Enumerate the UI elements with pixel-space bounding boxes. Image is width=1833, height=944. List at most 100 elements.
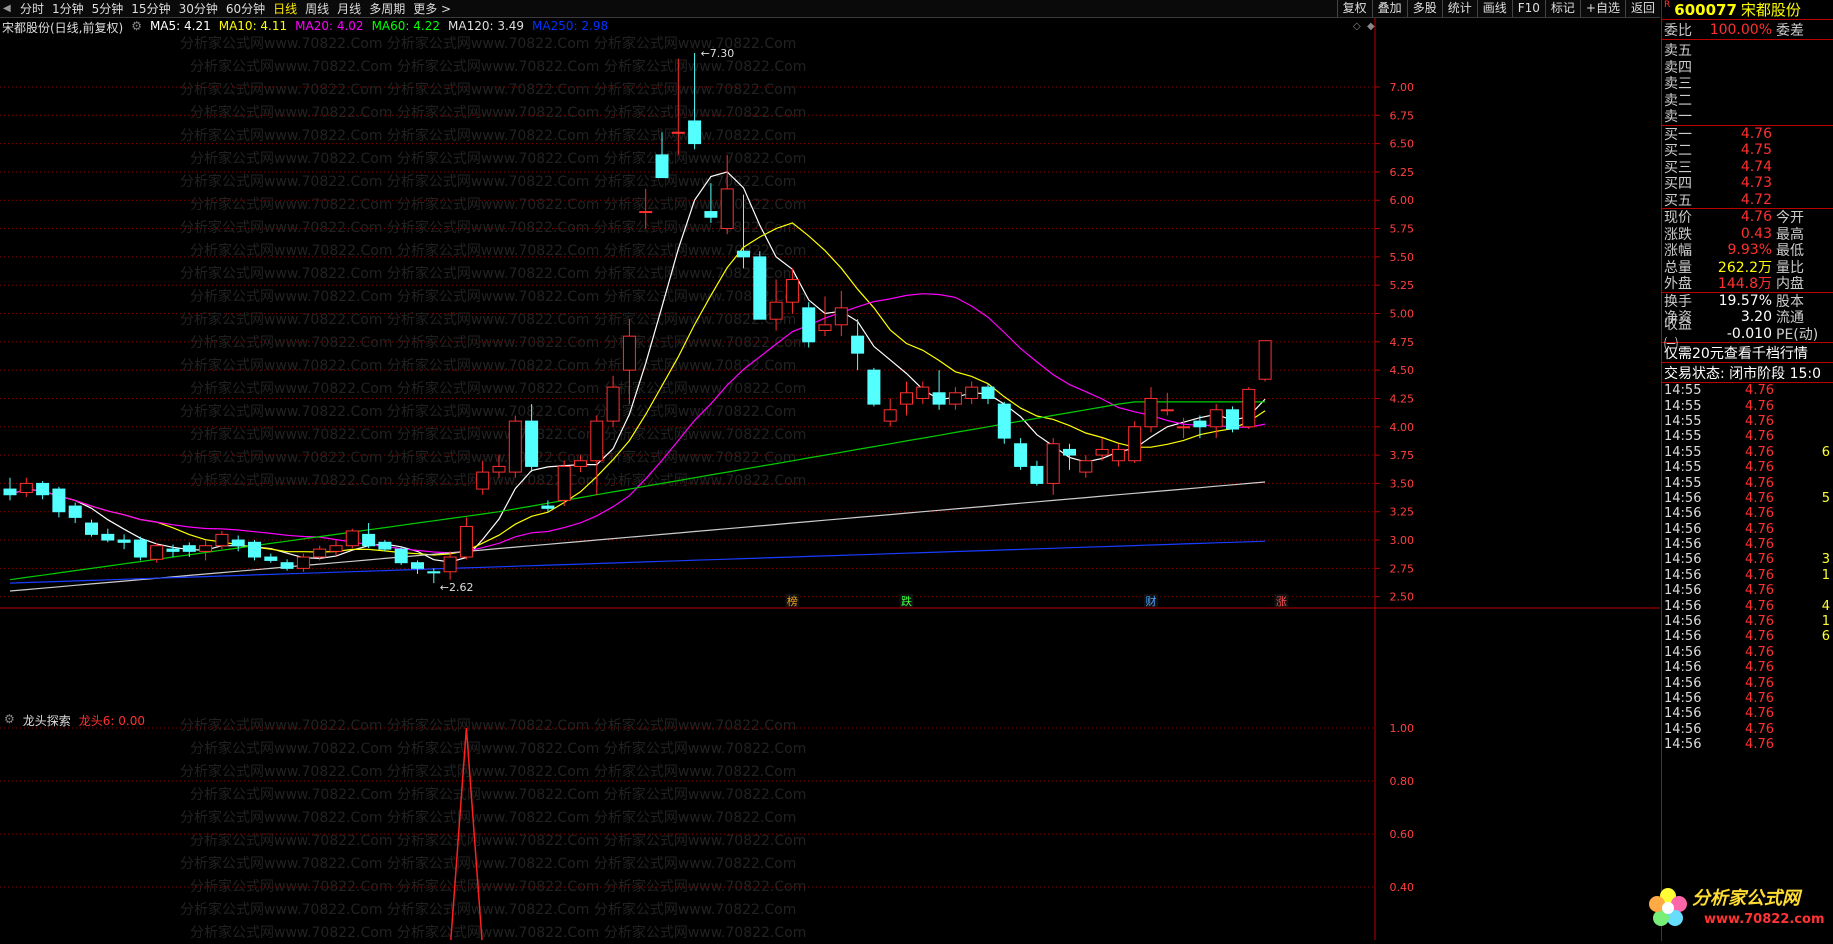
candle-body[interactable] bbox=[948, 392, 962, 405]
candle-body[interactable] bbox=[101, 533, 115, 541]
event-marker[interactable]: 财 bbox=[1146, 594, 1157, 608]
tab-6[interactable]: 日线 bbox=[269, 0, 301, 17]
tab-4[interactable]: 30分钟 bbox=[175, 0, 222, 17]
tab-0[interactable]: 分时 bbox=[16, 0, 48, 17]
candle-body[interactable] bbox=[296, 556, 310, 569]
buy-row[interactable]: 买五 4.72 bbox=[1662, 192, 1833, 209]
candle-body[interactable] bbox=[362, 533, 376, 547]
toolbar-button-7[interactable]: +自选 bbox=[1579, 0, 1625, 17]
tick-list[interactable]: 14:55 4.76 14:55 4.76 14:55 4.76 14:55 4.76 14:5… bbox=[1662, 383, 1833, 823]
event-marker[interactable]: 涨 bbox=[1276, 595, 1287, 608]
candle-body[interactable] bbox=[3, 488, 17, 496]
candle-body[interactable] bbox=[557, 465, 571, 501]
candle-body[interactable] bbox=[280, 562, 294, 569]
settings-icon[interactable]: ⚙ bbox=[131, 19, 142, 36]
candle-body[interactable] bbox=[965, 386, 979, 399]
candle-body[interactable] bbox=[834, 307, 848, 326]
candle-body[interactable] bbox=[329, 545, 343, 552]
candle-body[interactable] bbox=[916, 386, 930, 399]
candle-body[interactable] bbox=[1046, 443, 1060, 484]
candle-body[interactable] bbox=[68, 505, 82, 518]
toolbar-button-0[interactable]: 复权 bbox=[1336, 0, 1372, 17]
candle-body[interactable] bbox=[590, 420, 604, 462]
tab-7[interactable]: 周线 bbox=[301, 0, 333, 17]
tab-2[interactable]: 5分钟 bbox=[88, 0, 128, 17]
candle-body[interactable] bbox=[264, 556, 278, 561]
candle-body[interactable] bbox=[19, 482, 33, 493]
toolbar-button-1[interactable]: 叠加 bbox=[1371, 0, 1407, 17]
candle-body[interactable] bbox=[508, 420, 522, 473]
candle-body[interactable] bbox=[997, 403, 1011, 439]
sell-row[interactable]: 卖一 bbox=[1662, 108, 1833, 125]
candle-body[interactable] bbox=[541, 505, 555, 509]
tab-1[interactable]: 1分钟 bbox=[48, 0, 88, 17]
candle-body[interactable] bbox=[1160, 409, 1174, 412]
tab-9[interactable]: 多周期 bbox=[365, 0, 409, 17]
candle-body[interactable] bbox=[166, 548, 180, 552]
tab-8[interactable]: 月线 bbox=[333, 0, 365, 17]
candle-body[interactable] bbox=[313, 548, 327, 558]
candle-body[interactable] bbox=[900, 392, 913, 405]
candle-body[interactable] bbox=[769, 301, 783, 320]
candle-body[interactable] bbox=[394, 548, 408, 564]
indicator-chart[interactable]: 分析家公式网www.70822.Com 分析家公式网www.70822.Com … bbox=[0, 710, 1660, 944]
candle-body[interactable] bbox=[622, 335, 636, 371]
candle-body[interactable] bbox=[411, 562, 424, 569]
candle-body[interactable] bbox=[818, 324, 832, 331]
tab-5[interactable]: 60分钟 bbox=[222, 0, 269, 17]
toolbar-button-4[interactable]: 画线 bbox=[1476, 0, 1512, 17]
toolbar-button-3[interactable]: 统计 bbox=[1441, 0, 1477, 17]
candle-body[interactable] bbox=[231, 539, 245, 547]
candle-body[interactable] bbox=[443, 556, 457, 573]
tab-3[interactable]: 15分钟 bbox=[127, 0, 174, 17]
candle-body[interactable] bbox=[345, 530, 359, 547]
candle-body[interactable] bbox=[1095, 448, 1109, 456]
candle-body[interactable] bbox=[133, 539, 147, 558]
candle-body[interactable] bbox=[671, 131, 685, 134]
candle-body[interactable] bbox=[427, 571, 441, 574]
candle-body[interactable] bbox=[215, 533, 229, 547]
toolbar-button-8[interactable]: 返回 bbox=[1624, 0, 1660, 17]
candle-body[interactable] bbox=[688, 120, 702, 145]
candle-body[interactable] bbox=[52, 488, 66, 513]
toolbar-button-6[interactable]: 标记 bbox=[1544, 0, 1580, 17]
notice-text[interactable]: 仅需20元查看千档行情 bbox=[1662, 343, 1808, 363]
candle-body[interactable] bbox=[1258, 340, 1272, 380]
toolbar-button-2[interactable]: 多股 bbox=[1406, 0, 1442, 17]
candle-body[interactable] bbox=[883, 409, 897, 422]
candle-body[interactable] bbox=[248, 541, 261, 558]
notice-row[interactable]: 仅需20元查看千档行情 bbox=[1662, 343, 1833, 363]
collapse-icon[interactable]: ◀ bbox=[3, 3, 13, 15]
candle-body[interactable] bbox=[1111, 448, 1125, 462]
candle-body[interactable] bbox=[720, 188, 734, 230]
toolbar-button-5[interactable]: F10 bbox=[1511, 0, 1545, 17]
tab-10[interactable]: 更多 > bbox=[409, 0, 455, 17]
indicator-settings-icon[interactable]: ⚙ bbox=[4, 712, 15, 729]
candle-body[interactable] bbox=[1063, 448, 1076, 456]
event-marker[interactable]: 跌 bbox=[901, 594, 912, 608]
candle-body[interactable] bbox=[459, 525, 473, 558]
candle-body[interactable] bbox=[932, 392, 946, 405]
candle-body[interactable] bbox=[574, 460, 587, 467]
candle-body[interactable] bbox=[1193, 420, 1207, 428]
candle-body[interactable] bbox=[802, 307, 816, 343]
event-marker[interactable]: 榜 bbox=[787, 594, 798, 608]
candle-body[interactable] bbox=[851, 335, 865, 354]
candle-body[interactable] bbox=[476, 471, 490, 490]
candle-body[interactable] bbox=[1030, 465, 1044, 484]
candle-body[interactable] bbox=[378, 541, 392, 550]
candle-body[interactable] bbox=[655, 154, 669, 179]
candle-body[interactable] bbox=[867, 369, 881, 405]
candle-body[interactable] bbox=[492, 465, 506, 473]
candle-body[interactable] bbox=[117, 539, 131, 543]
candle-body[interactable] bbox=[753, 256, 767, 320]
diamond-icon[interactable]: ◇ bbox=[1353, 21, 1361, 32]
candle-body[interactable] bbox=[639, 211, 653, 214]
candle-body[interactable] bbox=[199, 545, 213, 552]
main-kline-chart[interactable]: 7.00 6.75 6.50 6.25 6.00 5.75 5.50 5.25 5.00 4.75… bbox=[0, 18, 1660, 710]
candle-body[interactable] bbox=[1144, 397, 1158, 428]
candle-body[interactable] bbox=[785, 279, 799, 303]
candle-body[interactable] bbox=[1209, 409, 1223, 428]
candle-body[interactable] bbox=[1128, 426, 1142, 462]
candle-body[interactable] bbox=[1226, 409, 1239, 430]
